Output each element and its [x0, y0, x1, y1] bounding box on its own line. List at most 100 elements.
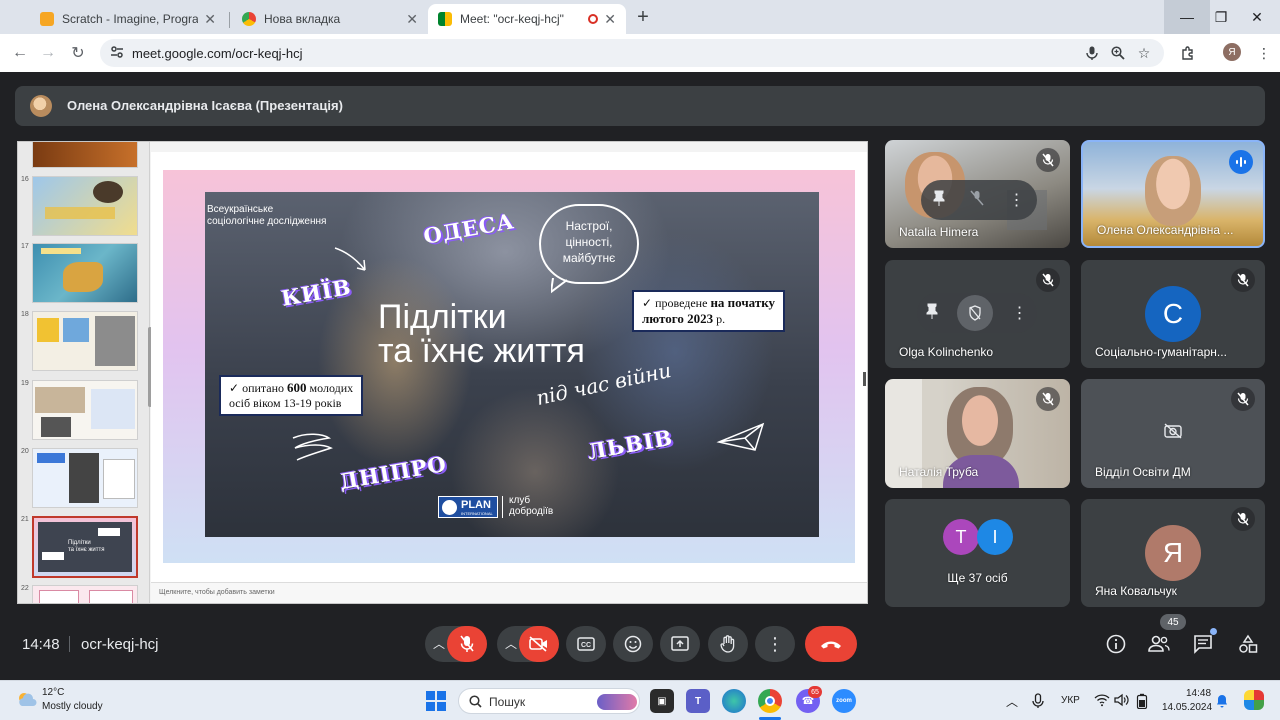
survey-label: Всеукраїнське соціологічне дослідження — [207, 204, 327, 227]
meeting-details-button[interactable] — [1104, 632, 1128, 656]
slide-thumbnails[interactable]: 16 17 18 19 20 21 Підлітки та їхнє життя… — [18, 142, 150, 603]
camera-toggle-button[interactable] — [519, 626, 559, 662]
participant-tile[interactable]: Відділ Освіти ДМ — [1081, 379, 1265, 488]
tab-meet[interactable]: Meet: "ocr-keqj-hcj" ✕ — [428, 4, 626, 34]
teams-icon[interactable]: T — [686, 689, 710, 713]
zoom-app-icon[interactable]: zoom — [832, 689, 856, 713]
more-options-icon[interactable]: ⋮ — [1012, 303, 1028, 323]
tab-scratch[interactable]: Scratch - Imagine, Program, Sha ✕ — [30, 4, 226, 34]
slide-title: Підлітки та їхнє життя — [378, 298, 585, 370]
participant-tile[interactable]: Я Яна Ковальчук — [1081, 499, 1265, 607]
copilot-icon[interactable] — [1244, 690, 1264, 710]
browser-tab-bar: Scratch - Imagine, Program, Sha ✕ Нова в… — [0, 0, 1280, 34]
more-participants-tile[interactable]: Т І Ще 37 осіб — [885, 499, 1070, 607]
slide-scrollbar[interactable] — [863, 372, 866, 386]
slide-canvas: Всеукраїнське соціологічне дослідження Н… — [151, 152, 867, 582]
participant-name: Соціально-гуманітарн... — [1095, 345, 1227, 359]
system-date[interactable]: 14.05.2024 — [1162, 702, 1212, 713]
slide-thumbnail[interactable] — [32, 142, 138, 168]
start-button[interactable] — [426, 691, 446, 716]
windows-logo-icon — [426, 691, 446, 711]
remove-participant-icon[interactable] — [956, 295, 993, 331]
slide-thumbnail[interactable] — [32, 585, 138, 603]
svg-text:CC: CC — [581, 642, 591, 649]
back-button[interactable]: ← — [10, 43, 30, 63]
arrow-doodle-icon — [334, 247, 366, 271]
close-tab-icon[interactable]: ✕ — [204, 11, 216, 28]
browser-menu-icon[interactable]: ⋮ — [1256, 45, 1272, 61]
close-tab-icon[interactable]: ✕ — [406, 11, 418, 28]
microphone-icon[interactable] — [1084, 45, 1100, 61]
captions-button[interactable]: CC — [566, 626, 606, 662]
tab-new-tab[interactable]: Нова вкладка ✕ — [232, 4, 428, 34]
system-time[interactable]: 14:48 — [1186, 688, 1211, 699]
chrome-icon[interactable] — [758, 689, 782, 713]
tray-microphone-icon[interactable] — [1032, 693, 1044, 714]
reactions-button[interactable] — [613, 626, 653, 662]
city-label: ДНІПРО — [337, 450, 449, 495]
weather-description: Mostly cloudy — [42, 701, 103, 712]
chat-button[interactable] — [1191, 628, 1217, 656]
pin-icon[interactable] — [926, 303, 938, 324]
site-settings-icon[interactable] — [110, 45, 124, 59]
weather-temperature: 12°C — [42, 687, 65, 698]
participant-tile[interactable]: ⋮ Natalia Himera — [885, 140, 1070, 248]
slide-thumbnail[interactable] — [32, 380, 138, 440]
mic-muted-icon — [1231, 387, 1255, 411]
present-screen-button[interactable] — [660, 626, 700, 662]
windows-taskbar: 12°C Mostly cloudy Пошук ▣ T ☎ 65 zoom ︿… — [0, 680, 1280, 720]
participant-name: Олена Олександрівна ... — [1097, 223, 1234, 237]
close-tab-icon[interactable]: ✕ — [604, 11, 616, 28]
task-view-icon[interactable]: ▣ — [650, 689, 674, 713]
forward-button[interactable]: → — [38, 43, 58, 63]
slide-thumbnail[interactable] — [32, 448, 138, 508]
participant-tile[interactable]: ⋮ Olga Kolinchenko — [885, 260, 1070, 368]
camera-off-icon — [1163, 423, 1183, 444]
bookmark-star-icon[interactable]: ☆ — [1136, 45, 1152, 61]
activities-button[interactable] — [1236, 632, 1260, 656]
slide-thumbnail[interactable] — [32, 243, 138, 303]
slide-thumbnail-selected[interactable]: Підлітки та їхнє життя — [32, 516, 138, 578]
meeting-code: ocr-keqj-hcj — [81, 636, 159, 653]
close-window-button[interactable]: ✕ — [1234, 0, 1280, 34]
participant-name: Olga Kolinchenko — [899, 345, 994, 359]
participant-tile-speaking[interactable]: Олена Олександрівна ... — [1081, 140, 1265, 248]
input-language[interactable]: УКР — [1061, 695, 1080, 706]
closed-captions-icon: CC — [577, 637, 595, 651]
tray-overflow-chevron-icon[interactable]: ︿ — [1006, 693, 1018, 710]
profile-avatar[interactable]: Я — [1223, 43, 1241, 61]
participant-tile[interactable]: С Соціально-гуманітарн... — [1081, 260, 1265, 368]
meet-favicon-icon — [438, 12, 452, 26]
battery-icon[interactable] — [1136, 693, 1148, 714]
address-bar[interactable]: meet.google.com/ocr-keqj-hcj ☆ — [100, 39, 1164, 67]
edge-icon[interactable] — [722, 689, 746, 713]
extensions-icon[interactable] — [1180, 45, 1196, 61]
volume-icon[interactable] — [1114, 693, 1130, 712]
new-tab-button[interactable]: + — [632, 6, 654, 29]
participant-name: Яна Ковальчук — [1095, 584, 1177, 598]
zoom-icon[interactable] — [1110, 45, 1126, 61]
mic-off-icon[interactable] — [970, 190, 984, 211]
slide-thumbnail[interactable] — [32, 311, 138, 371]
mic-muted-icon — [1231, 507, 1255, 531]
tile-hover-controls: ⋮ — [917, 293, 1037, 333]
weather-icon[interactable] — [16, 690, 38, 715]
reload-button[interactable]: ↻ — [68, 43, 88, 63]
wifi-icon[interactable] — [1094, 693, 1110, 712]
url-text: meet.google.com/ocr-keqj-hcj — [132, 46, 303, 61]
more-options-button[interactable]: ⋮ — [755, 626, 795, 662]
pin-icon[interactable] — [933, 190, 945, 211]
taskbar-search[interactable]: Пошук — [458, 688, 640, 714]
video-settings-chevron-icon[interactable]: ︿ — [505, 635, 517, 652]
raise-hand-button[interactable] — [708, 626, 748, 662]
notifications-bell-icon[interactable] — [1216, 694, 1228, 713]
speaker-notes[interactable]: Щелкните, чтобы добавить заметки — [151, 582, 867, 603]
audio-settings-chevron-icon[interactable]: ︿ — [433, 635, 445, 652]
participant-tile[interactable]: Наталія Труба — [885, 379, 1070, 488]
microphone-toggle-button[interactable] — [447, 626, 487, 662]
viber-notification-badge: 65 — [808, 686, 822, 698]
leave-call-button[interactable] — [805, 626, 857, 662]
slide-thumbnail[interactable] — [32, 176, 138, 236]
more-options-icon[interactable]: ⋮ — [1009, 190, 1025, 210]
people-button[interactable] — [1147, 632, 1171, 656]
